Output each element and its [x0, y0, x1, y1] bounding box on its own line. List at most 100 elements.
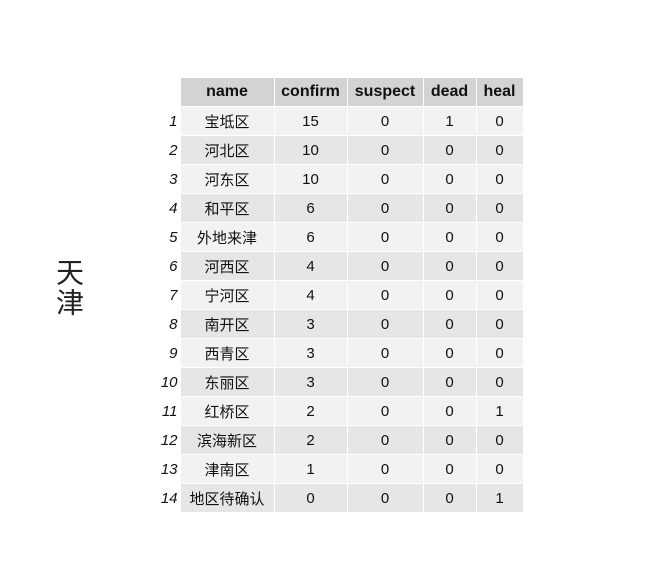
column-header-confirm: confirm [274, 78, 348, 107]
cell-name: 和平区 [180, 193, 275, 223]
cell-dead: 0 [423, 338, 477, 368]
cell-confirm: 0 [274, 483, 348, 513]
cell-name: 宁河区 [180, 280, 275, 310]
cell-name: 外地来津 [180, 222, 275, 252]
table-row: 1 宝坻区 15 0 1 0 [158, 106, 524, 136]
header-row: name confirm suspect dead heal [158, 78, 524, 107]
cell-suspect: 0 [347, 454, 424, 484]
cell-heal: 0 [476, 454, 524, 484]
cell-suspect: 0 [347, 396, 424, 426]
table-row: 10 东丽区 3 0 0 0 [158, 367, 524, 397]
cell-name: 宝坻区 [180, 106, 275, 136]
cell-confirm: 6 [274, 222, 348, 252]
cell-confirm: 15 [274, 106, 348, 136]
row-index: 12 [158, 425, 181, 455]
row-index: 8 [158, 309, 181, 339]
cell-dead: 0 [423, 454, 477, 484]
cell-heal: 1 [476, 483, 524, 513]
table-row: 7 宁河区 4 0 0 0 [158, 280, 524, 310]
cell-dead: 1 [423, 106, 477, 136]
cell-name: 东丽区 [180, 367, 275, 397]
cell-suspect: 0 [347, 193, 424, 223]
row-index: 1 [158, 106, 181, 136]
cell-suspect: 0 [347, 309, 424, 339]
cell-suspect: 0 [347, 251, 424, 281]
table-title: 天津 [52, 258, 85, 318]
cell-heal: 1 [476, 396, 524, 426]
cell-heal: 0 [476, 222, 524, 252]
cell-dead: 0 [423, 425, 477, 455]
table-row: 9 西青区 3 0 0 0 [158, 338, 524, 368]
cell-dead: 0 [423, 396, 477, 426]
cell-name: 地区待确认 [180, 483, 275, 513]
cell-suspect: 0 [347, 483, 424, 513]
row-index: 13 [158, 454, 181, 484]
table-row: 12 滨海新区 2 0 0 0 [158, 425, 524, 455]
row-index: 2 [158, 135, 181, 165]
table-row: 6 河西区 4 0 0 0 [158, 251, 524, 281]
column-header-name: name [180, 78, 275, 107]
cell-name: 滨海新区 [180, 425, 275, 455]
cell-name: 河北区 [180, 135, 275, 165]
table-body: 1 宝坻区 15 0 1 0 2 河北区 10 0 0 0 3 河东区 10 0 0 0 4 和平区 6 0 0 0 5 外地来津… [158, 106, 524, 513]
cell-heal: 0 [476, 280, 524, 310]
column-header-heal: heal [476, 78, 524, 107]
cell-confirm: 4 [274, 251, 348, 281]
cell-heal: 0 [476, 251, 524, 281]
cell-confirm: 2 [274, 396, 348, 426]
cell-confirm: 6 [274, 193, 348, 223]
table-row: 11 红桥区 2 0 0 1 [158, 396, 524, 426]
cell-confirm: 10 [274, 164, 348, 194]
index-header [158, 78, 181, 107]
cell-name: 西青区 [180, 338, 275, 368]
table-row: 14 地区待确认 0 0 0 1 [158, 483, 524, 513]
cell-dead: 0 [423, 135, 477, 165]
cell-heal: 0 [476, 425, 524, 455]
cell-name: 河东区 [180, 164, 275, 194]
column-header-suspect: suspect [347, 78, 424, 107]
row-index: 11 [158, 396, 181, 426]
cell-dead: 0 [423, 164, 477, 194]
row-index: 5 [158, 222, 181, 252]
cell-dead: 0 [423, 251, 477, 281]
cell-heal: 0 [476, 164, 524, 194]
row-index: 10 [158, 367, 181, 397]
row-index: 4 [158, 193, 181, 223]
cell-suspect: 0 [347, 280, 424, 310]
cell-confirm: 3 [274, 338, 348, 368]
cell-confirm: 4 [274, 280, 348, 310]
cell-dead: 0 [423, 280, 477, 310]
cell-suspect: 0 [347, 106, 424, 136]
cell-confirm: 1 [274, 454, 348, 484]
table-row: 4 和平区 6 0 0 0 [158, 193, 524, 223]
cell-heal: 0 [476, 106, 524, 136]
data-table: name confirm suspect dead heal 1 宝坻区 15 0 1 0… [158, 78, 524, 513]
row-index: 7 [158, 280, 181, 310]
cell-heal: 0 [476, 193, 524, 223]
cell-confirm: 10 [274, 135, 348, 165]
cell-suspect: 0 [347, 222, 424, 252]
cell-name: 津南区 [180, 454, 275, 484]
cell-dead: 0 [423, 367, 477, 397]
cell-heal: 0 [476, 338, 524, 368]
row-index: 3 [158, 164, 181, 194]
table-row: 5 外地来津 6 0 0 0 [158, 222, 524, 252]
column-header-dead: dead [423, 78, 477, 107]
table-row: 2 河北区 10 0 0 0 [158, 135, 524, 165]
cell-dead: 0 [423, 309, 477, 339]
cell-confirm: 3 [274, 309, 348, 339]
cell-heal: 0 [476, 367, 524, 397]
cell-confirm: 3 [274, 367, 348, 397]
cell-dead: 0 [423, 222, 477, 252]
row-index: 9 [158, 338, 181, 368]
cell-heal: 0 [476, 309, 524, 339]
cell-suspect: 0 [347, 367, 424, 397]
cell-dead: 0 [423, 483, 477, 513]
cell-name: 河西区 [180, 251, 275, 281]
cell-name: 南开区 [180, 309, 275, 339]
cell-heal: 0 [476, 135, 524, 165]
table-row: 8 南开区 3 0 0 0 [158, 309, 524, 339]
cell-confirm: 2 [274, 425, 348, 455]
cell-suspect: 0 [347, 338, 424, 368]
cell-suspect: 0 [347, 164, 424, 194]
